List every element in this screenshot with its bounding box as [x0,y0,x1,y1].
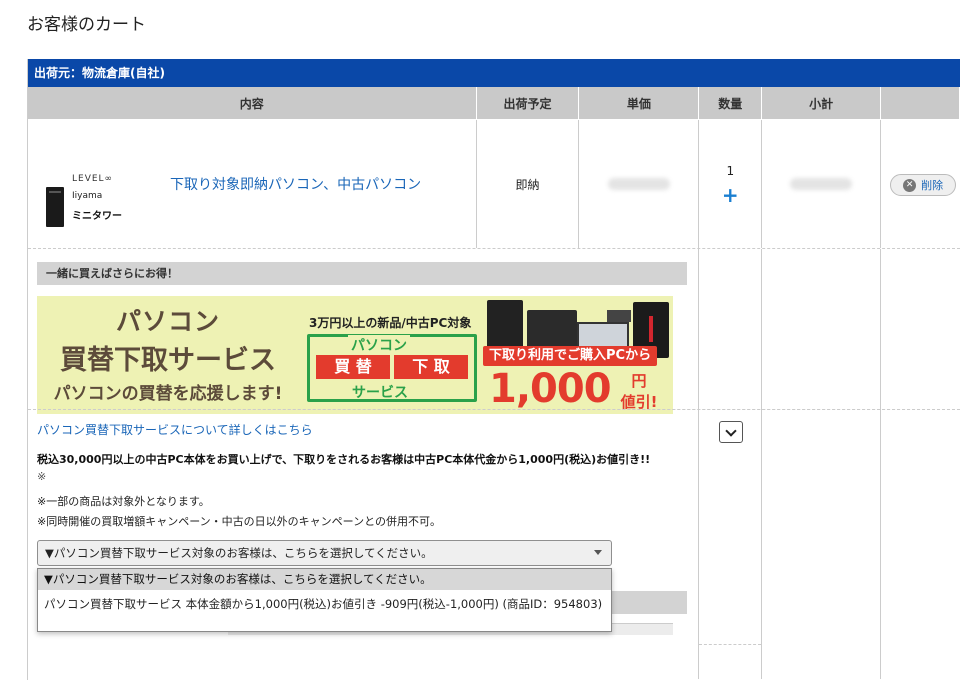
quantity-select[interactable] [719,421,744,443]
divider [699,644,762,645]
page-title: お客様のカート [27,15,146,35]
bundle-section-title: 一緒に買えばさらにお得！ [37,262,687,285]
unit-price-blurred [607,178,670,190]
pc-image [527,310,577,350]
trade-in-select-value: ▼パソコン買替下取サービス対象のお客様は、こちらを選択してください。 [45,546,433,560]
product-name-link[interactable]: 下取り対象即納パソコン、中古パソコン [170,174,421,194]
col-subtotal-header: 小計 [762,87,882,119]
banner-line-1: パソコン [115,307,220,336]
banner-trade-label: 下 取 [394,355,468,379]
col-content-header: 内容 [28,87,477,119]
note-campaign: ※同時開催の買取増額キャンペーン・中古の日以外のキャンペーンとの併用不可。 [37,515,442,528]
trade-in-banner[interactable]: パソコン 買替下取サービス パソコンの買替を応援します! 3万円以上の新品/中古… [37,296,673,414]
col-ship-date-header: 出荷予定 [477,87,580,119]
bundle-subtotal-cell [28,249,960,679]
quantity-plus-button[interactable]: + [722,185,739,205]
banner-red-labels: 買 替 下 取 [316,355,468,379]
brand-logo: LEVEL∞ [72,174,114,184]
trade-in-select[interactable]: ▼パソコン買替下取サービス対象のお客様は、こちらを選択してください。 [37,540,612,566]
col-quantity-header: 数量 [699,87,763,119]
banner-yen-off: 円 値引! [611,370,667,412]
banner-line-3: パソコンの買替を応援します! [53,384,283,404]
bundle-quantity-cell [699,249,763,679]
banner-cycle-box: パソコン 買 替 下 取 サービス [307,334,477,402]
divider [28,409,960,410]
delete-label: 削除 [921,179,944,192]
dropdown-option-default[interactable]: ▼パソコン買替下取サービス対象のお客様は、こちらを選択してください。 [38,569,611,590]
note-exclusion: ※一部の商品は対象外となります。 [37,495,210,508]
banner-amount: 1,000 [489,366,612,412]
tower-pc-icon [46,187,64,227]
unit-price-cell [579,120,700,248]
shipping-origin-bar: 出荷元：物流倉庫(自社) [28,59,960,87]
banner-buy-label: 買 替 [316,355,390,379]
banner-discount-caption: 下取り利用でご購入PCから [483,346,658,366]
subtotal-cell [762,120,882,248]
product-cell: LEVEL∞ Iiyama ミニタワー 下取り対象即納パソコン、中古パソコン [28,120,477,248]
cart-item-row: LEVEL∞ Iiyama ミニタワー 下取り対象即納パソコン、中古パソコン 即… [28,120,960,249]
delete-button[interactable]: ✕ 削除 [890,174,957,196]
banner-yen: 円 [631,372,647,390]
cart-table: 出荷元：物流倉庫(自社) 内容 出荷予定 単価 数量 小計 LEVEL∞ Iiy… [27,59,961,680]
banner-caption: 3万円以上の新品/中古PC対象 [309,316,472,330]
note-mark: ※ [37,470,47,483]
subtotal-blurred [790,178,853,190]
action-cell: ✕ 削除 [881,120,960,248]
banner-line-2: 買替下取サービス [60,345,276,376]
bundle-option-row: 一緒に買えばさらにお得！ パソコン 買替下取サービス パソコンの買替を応援します… [28,249,960,679]
chevron-down-icon [594,550,602,555]
column-header-row: 内容 出荷予定 単価 数量 小計 [28,87,961,120]
product-thumbnail[interactable]: LEVEL∞ Iiyama ミニタワー [44,134,134,234]
banner-left-text: パソコン 買替下取サービス パソコンの買替を応援します! [37,302,299,404]
bundle-option-cell: 一緒に買えばさらにお得！ パソコン 買替下取サービス パソコンの買替を応援します… [28,249,700,679]
dropdown-option-trade-in[interactable]: パソコン買替下取サービス 本体金額から1,000円(税込)お値引き -909円(… [38,590,611,613]
promo-text: 税込30,000円以上の中古PC本体をお買い上げで、下取りをされるお客様は中古P… [37,453,651,466]
trade-in-dropdown-list: ▼パソコン買替下取サービス対象のお客様は、こちらを選択してください。 パソコン買… [37,568,612,632]
quantity-value: 1 [726,164,735,178]
bundle-action-cell [28,249,960,679]
banner-service-label: サービス [352,385,408,401]
model-label: ミニタワー [72,211,122,222]
ship-date-cell: 即納 [477,120,580,248]
trade-in-details-link[interactable]: パソコン買替下取サービスについて詳しくはこちら [37,421,313,438]
pc-image [607,310,631,322]
col-action-header [881,87,961,119]
maker-label: Iiyama [72,191,103,201]
banner-pc-label: パソコン [348,335,410,355]
quantity-cell: 1 + [699,120,763,248]
close-circle-icon: ✕ [903,178,917,192]
col-unit-price-header: 単価 [579,87,700,119]
